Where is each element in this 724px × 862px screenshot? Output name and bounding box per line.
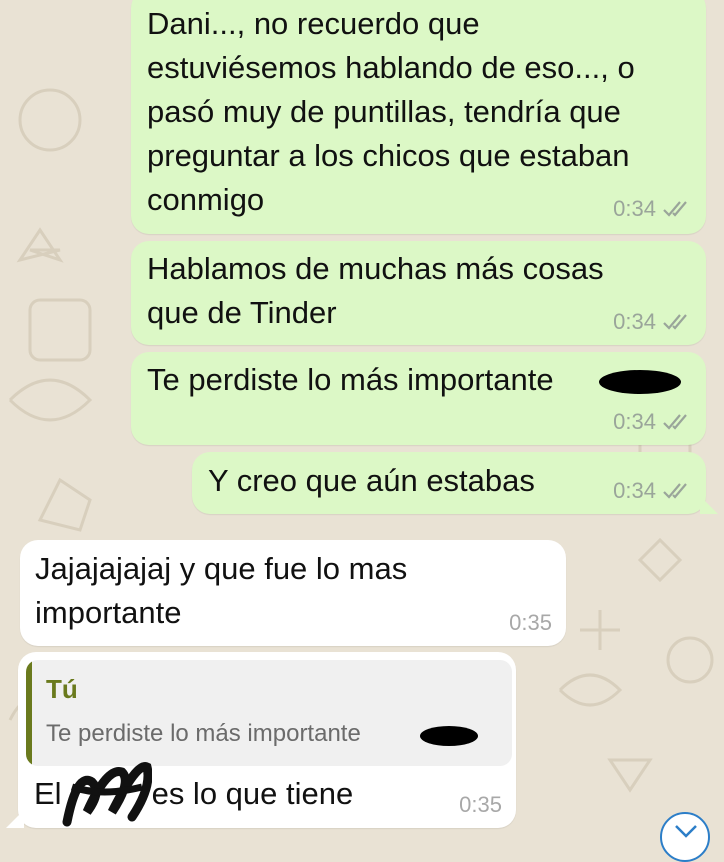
quoted-message[interactable]: Tú Te perdiste lo más importante xyxy=(26,660,512,766)
message-time: 0:35 xyxy=(509,610,552,635)
double-check-icon xyxy=(663,483,687,499)
message-time: 0:34 xyxy=(613,196,656,221)
message-line: Jajajajajaj y que fue lo mas xyxy=(35,551,408,586)
message-line: Te perdiste lo más importante xyxy=(147,362,554,397)
message-bubble-outgoing[interactable]: Hablamos de muchas más cosas que de Tind… xyxy=(131,241,706,345)
message-line: importante xyxy=(35,595,182,630)
message-text: Hablamos de muchas más cosas que de Tind… xyxy=(147,247,604,335)
message-bubble-incoming[interactable]: Jajajajajaj y que fue lo mas importante … xyxy=(20,540,566,646)
message-time: 0:34 xyxy=(613,478,656,503)
message-line: estuviésemos hablando de eso..., o xyxy=(147,50,635,85)
message-time: 0:35 xyxy=(459,792,502,817)
message-text: El es lo que tiene xyxy=(34,762,354,827)
message-text-end: es lo que tiene xyxy=(151,776,354,811)
message-line: Y creo que aún estabas xyxy=(208,463,535,498)
message-bubble-outgoing[interactable]: Dani..., no recuerdo que estuviésemos ha… xyxy=(131,0,706,234)
bubble-tail xyxy=(700,496,718,514)
quote-accent-bar xyxy=(26,660,32,766)
quote-author: Tú xyxy=(46,674,78,704)
message-text-start: El xyxy=(34,776,62,811)
message-text: Y creo que aún estabas xyxy=(208,459,535,503)
message-line: conmigo xyxy=(147,182,265,217)
quote-text: Te perdiste lo más importante xyxy=(46,720,361,747)
redaction-mark xyxy=(599,370,681,394)
message-text: Dani..., no recuerdo que estuviésemos ha… xyxy=(147,2,635,222)
message-time: 0:34 xyxy=(613,409,656,434)
message-line: preguntar a los chicos que estaban xyxy=(147,138,630,173)
double-check-icon xyxy=(663,201,687,217)
message-line: Dani..., no recuerdo que xyxy=(147,6,480,41)
message-time: 0:34 xyxy=(613,309,656,334)
double-check-icon xyxy=(663,314,687,330)
redaction-scribble xyxy=(62,762,152,827)
message-line: que de Tinder xyxy=(147,295,337,330)
message-bubble-outgoing[interactable]: Y creo que aún estabas 0:34 xyxy=(192,452,718,514)
scroll-down-button[interactable] xyxy=(660,812,710,862)
double-check-icon xyxy=(663,414,687,430)
chevron-down-icon xyxy=(675,825,697,838)
redaction-mark xyxy=(420,726,478,746)
message-text: Te perdiste lo más importante xyxy=(147,358,554,402)
message-bubble-incoming-reply[interactable]: Tú Te perdiste lo más importante El es l… xyxy=(6,652,516,828)
message-line: Hablamos de muchas más cosas xyxy=(147,251,604,286)
message-bubble-outgoing[interactable]: Te perdiste lo más importante 0:34 xyxy=(131,352,706,445)
message-text: Jajajajajaj y que fue lo mas importante xyxy=(35,547,407,635)
message-line: pasó muy de puntillas, tendría que xyxy=(147,94,621,129)
bubble-tail xyxy=(6,810,24,828)
